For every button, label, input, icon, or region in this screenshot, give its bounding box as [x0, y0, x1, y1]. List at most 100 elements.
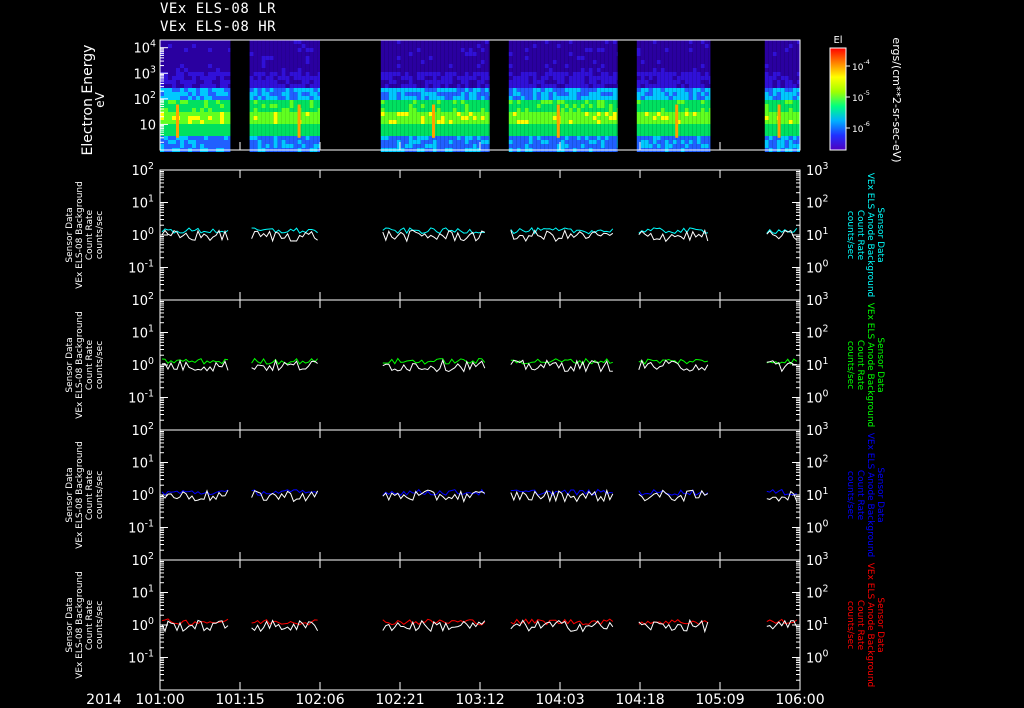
spectrogram-cell — [176, 96, 180, 100]
spectrogram-cell — [612, 84, 617, 88]
spectrogram-cell — [784, 52, 789, 56]
spectrogram-cell — [172, 116, 176, 120]
spectrogram-cell — [604, 80, 609, 84]
spectrogram-cell — [293, 140, 298, 144]
spectrogram-cell — [192, 132, 196, 136]
spectrogram-cell — [484, 40, 489, 44]
spectrogram-cell — [536, 136, 541, 140]
spectrogram-cell — [552, 108, 557, 112]
spectrogram-cell — [313, 120, 318, 124]
spectrogram-cell — [176, 52, 180, 56]
spectrogram-cell — [568, 116, 573, 120]
spectrogram-cell — [305, 80, 310, 84]
spectrogram-cell — [400, 84, 405, 88]
spectrogram-cell — [269, 84, 274, 88]
spectrogram-cell — [528, 140, 533, 144]
spectrogram-spike — [297, 104, 301, 138]
spectrogram-cell — [456, 88, 461, 92]
spectrogram-cell — [488, 100, 490, 104]
spectrogram-cell — [780, 88, 785, 92]
spectrogram-cell — [416, 96, 421, 100]
spectrogram-cell — [768, 136, 773, 140]
spectrogram-cell — [269, 108, 274, 112]
spectrogram-cell — [640, 84, 645, 88]
time-tick-label: 102:06 — [295, 692, 344, 708]
spectrogram-cell — [412, 136, 417, 140]
spectrogram-cell — [696, 52, 701, 56]
spectrogram-cell — [228, 64, 231, 68]
spectrogram-cell — [580, 108, 585, 112]
spectrogram-cell — [700, 84, 705, 88]
spectrogram-cell — [380, 116, 385, 120]
spectrogram-cell — [220, 80, 224, 84]
spectrogram-cell — [392, 92, 397, 96]
spectrogram-cell — [261, 96, 266, 100]
spectrogram-cell — [768, 80, 773, 84]
spectrogram-cell — [172, 44, 176, 48]
spectrogram-cell — [216, 136, 220, 140]
spectrogram-cell — [508, 48, 513, 52]
panel-left-tick-label: 101 — [132, 584, 155, 602]
spectrogram-cell — [432, 100, 437, 104]
spectrogram-cell — [269, 60, 274, 64]
spectrogram-cell — [588, 52, 593, 56]
spectrogram-cell — [261, 92, 266, 96]
spectrogram-cell — [249, 116, 254, 120]
spectrogram-cell — [480, 64, 485, 68]
panel-left-tick-label: 102 — [132, 421, 155, 439]
spectrogram-cell — [604, 116, 609, 120]
spectrogram-cell — [704, 84, 709, 88]
spectrogram-cell — [317, 128, 320, 132]
spectrogram-cell — [313, 64, 318, 68]
spectrogram-cell — [680, 128, 685, 132]
spectrogram-cell — [668, 116, 673, 120]
spectrogram-cell — [564, 144, 569, 148]
spectrogram-cell — [536, 112, 541, 116]
spectrogram-cell — [552, 88, 557, 92]
spectrogram-cell — [640, 56, 645, 60]
spectrogram-cell — [444, 140, 449, 144]
spectrogram-cell — [672, 80, 677, 84]
spectrogram-cell — [384, 100, 389, 104]
spectrogram-cell — [580, 68, 585, 72]
spectrogram-cell — [564, 132, 569, 136]
spectrogram-cell — [508, 64, 513, 68]
spectrogram-cell — [216, 64, 220, 68]
spectrogram-cell — [420, 116, 425, 120]
spectrogram-cell — [281, 120, 286, 124]
spectrogram-cell — [644, 44, 649, 48]
spectrogram-cell — [572, 56, 577, 60]
spectrogram-cell — [228, 104, 231, 108]
spectrogram-cell — [528, 52, 533, 56]
spectrogram-cell — [544, 104, 549, 108]
spectrogram-cell — [164, 100, 168, 104]
spectrogram-cell — [472, 40, 477, 44]
spectrogram-cell — [660, 136, 665, 140]
spectrogram-cell — [285, 76, 290, 80]
spectrogram-cell — [293, 76, 298, 80]
spectrogram-cell — [792, 80, 797, 84]
spectrogram-cell — [416, 112, 421, 116]
spectrogram-cell — [204, 44, 208, 48]
spectrogram-cell — [176, 92, 180, 96]
spectrogram-cell — [249, 108, 254, 112]
spectrogram-cell — [780, 108, 785, 112]
spectrogram-cell — [285, 136, 290, 140]
spectrogram-cell — [384, 48, 389, 52]
spectrogram-cell — [784, 112, 789, 116]
spectrogram-cell — [396, 124, 401, 128]
spectrogram-cell — [180, 128, 184, 132]
spectrogram-cell — [780, 48, 785, 52]
spectrogram-cell — [200, 64, 204, 68]
spectrogram-cell — [220, 100, 224, 104]
panel-right-tick-label: 103 — [806, 291, 829, 309]
spectrogram-cell — [412, 44, 417, 48]
spectrogram-cell — [520, 116, 525, 120]
spectrogram-cell — [261, 52, 266, 56]
spectrogram-cell — [548, 76, 553, 80]
spectrogram-cell — [380, 68, 385, 72]
spectrogram-cell — [596, 56, 601, 60]
spectrogram-cell — [420, 100, 425, 104]
spectrogram-cell — [184, 52, 188, 56]
spectrogram-cell — [448, 56, 453, 60]
